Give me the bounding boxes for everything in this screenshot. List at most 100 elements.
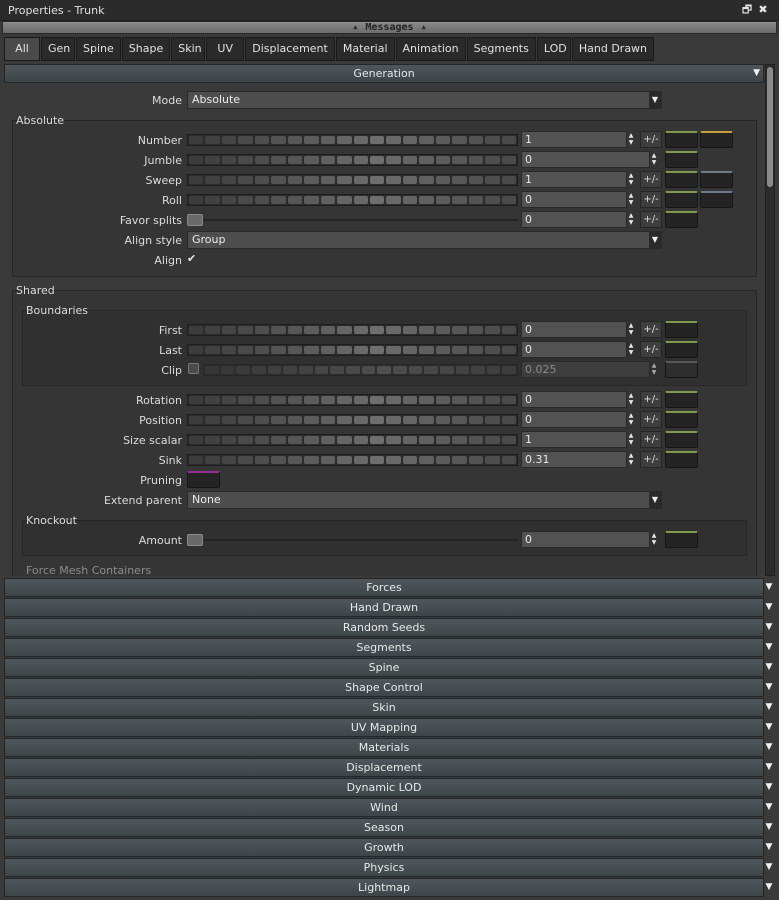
tab-material[interactable]: Material: [335, 37, 395, 61]
curve-button[interactable]: [665, 151, 698, 168]
spinner-icon[interactable]: ▲ ▼: [649, 151, 659, 168]
properties-scroll-area[interactable]: Generation ▼ Mode Absolute ▼ Absolute Nu…: [4, 64, 764, 576]
clip-checkbox[interactable]: [188, 363, 199, 374]
curve-button[interactable]: [665, 411, 698, 428]
spinner-icon[interactable]: ▲ ▼: [649, 531, 659, 548]
extend-parent-select[interactable]: None ▼: [187, 491, 662, 509]
random-variance-button[interactable]: +/-: [640, 321, 662, 338]
curve-button[interactable]: [665, 211, 698, 228]
rotation-input[interactable]: 0: [521, 391, 627, 408]
favor-splits-input[interactable]: 0: [521, 211, 627, 228]
tab-all[interactable]: All: [4, 37, 40, 61]
number-slider[interactable]: [187, 134, 518, 146]
tab-uv[interactable]: UV: [206, 37, 245, 61]
tab-skin[interactable]: Skin: [171, 37, 206, 61]
spinner-icon[interactable]: ▲ ▼: [626, 131, 636, 148]
tab-gen[interactable]: Gen: [41, 37, 75, 61]
curve-button[interactable]: [665, 431, 698, 448]
slider-knob[interactable]: [187, 214, 203, 226]
amount-slider[interactable]: [187, 534, 518, 546]
roll-input[interactable]: 0: [521, 191, 627, 208]
section-season-header[interactable]: Season ▼: [4, 818, 772, 837]
favor-splits-slider[interactable]: [187, 214, 518, 226]
align-checkbox[interactable]: ✔: [187, 253, 199, 265]
spinner-icon[interactable]: ▲ ▼: [626, 411, 636, 428]
section-shape-control-header[interactable]: Shape Control ▼: [4, 678, 772, 697]
section-physics-header[interactable]: Physics ▼: [4, 858, 772, 877]
curve-button[interactable]: [665, 531, 698, 548]
tab-spine[interactable]: Spine: [76, 37, 121, 61]
random-variance-button[interactable]: +/-: [640, 451, 662, 468]
curve-button[interactable]: [665, 451, 698, 468]
last-input[interactable]: 0: [521, 341, 627, 358]
section-random-seeds-header[interactable]: Random Seeds ▼: [4, 618, 772, 637]
section-dynamic-lod-header[interactable]: Dynamic LOD ▼: [4, 778, 772, 797]
section-wind-header[interactable]: Wind ▼: [4, 798, 772, 817]
section-displacement-header[interactable]: Displacement ▼: [4, 758, 772, 777]
align-style-select[interactable]: Group ▼: [187, 231, 662, 249]
scrollbar-thumb[interactable]: [767, 67, 773, 187]
vertical-scrollbar[interactable]: [765, 64, 775, 576]
first-slider[interactable]: [187, 324, 518, 336]
variance-curve-button[interactable]: [700, 131, 733, 148]
number-input[interactable]: 1: [521, 131, 627, 148]
curve-button[interactable]: [665, 341, 698, 358]
section-uv-mapping-header[interactable]: UV Mapping ▼: [4, 718, 772, 737]
size-scalar-input[interactable]: 1: [521, 431, 627, 448]
tab-shape[interactable]: Shape: [121, 37, 171, 61]
random-variance-button[interactable]: +/-: [640, 191, 662, 208]
section-segments-header[interactable]: Segments ▼: [4, 638, 772, 657]
amount-input[interactable]: 0: [521, 531, 650, 548]
spinner-icon[interactable]: ▲ ▼: [626, 391, 636, 408]
last-slider[interactable]: [187, 344, 518, 356]
curve-button[interactable]: [665, 171, 698, 188]
random-variance-button[interactable]: +/-: [640, 431, 662, 448]
spinner-icon[interactable]: ▲ ▼: [626, 431, 636, 448]
tab-displacement[interactable]: Displacement: [245, 37, 335, 61]
pruning-curve-button[interactable]: [187, 471, 220, 488]
curve-button[interactable]: [665, 391, 698, 408]
sweep-slider[interactable]: [187, 174, 518, 186]
section-forces-header[interactable]: Forces ▼: [4, 578, 772, 597]
tab-segments[interactable]: Segments: [466, 37, 536, 61]
restore-window-icon[interactable]: 🗗: [740, 3, 754, 17]
section-hand-drawn-header[interactable]: Hand Drawn ▼: [4, 598, 772, 617]
slider-knob[interactable]: [187, 534, 203, 546]
sink-slider[interactable]: [187, 454, 518, 466]
section-generation-header[interactable]: Generation ▼: [4, 64, 764, 83]
random-variance-button[interactable]: +/-: [640, 411, 662, 428]
curve-button[interactable]: [665, 191, 698, 208]
section-skin-header[interactable]: Skin ▼: [4, 698, 772, 717]
random-variance-button[interactable]: +/-: [640, 171, 662, 188]
spinner-icon[interactable]: ▲ ▼: [626, 171, 636, 188]
random-variance-button[interactable]: +/-: [640, 341, 662, 358]
random-variance-button[interactable]: +/-: [640, 391, 662, 408]
roll-slider[interactable]: [187, 194, 518, 206]
variance-curve-button[interactable]: [700, 191, 733, 208]
messages-bar[interactable]: ▲ Messages ▲: [2, 21, 777, 34]
variance-curve-button[interactable]: [700, 171, 733, 188]
curve-button[interactable]: [665, 321, 698, 338]
size-scalar-slider[interactable]: [187, 434, 518, 446]
spinner-icon[interactable]: ▲ ▼: [626, 211, 636, 228]
spinner-icon[interactable]: ▲ ▼: [626, 341, 636, 358]
curve-button[interactable]: [665, 131, 698, 148]
spinner-icon[interactable]: ▲ ▼: [626, 321, 636, 338]
section-growth-header[interactable]: Growth ▼: [4, 838, 772, 857]
rotation-slider[interactable]: [187, 394, 518, 406]
spinner-icon[interactable]: ▲ ▼: [626, 191, 636, 208]
position-input[interactable]: 0: [521, 411, 627, 428]
mode-select[interactable]: Absolute ▼: [187, 91, 662, 109]
spinner-icon[interactable]: ▲ ▼: [626, 451, 636, 468]
tab-hand-drawn[interactable]: Hand Drawn: [571, 37, 655, 61]
jumble-input[interactable]: 0: [521, 151, 650, 168]
tab-animation[interactable]: Animation: [395, 37, 466, 61]
first-input[interactable]: 0: [521, 321, 627, 338]
jumble-slider[interactable]: [187, 154, 518, 166]
tab-lod[interactable]: LOD: [536, 37, 571, 61]
random-variance-button[interactable]: +/-: [640, 131, 662, 148]
section-materials-header[interactable]: Materials ▼: [4, 738, 772, 757]
close-icon[interactable]: ✖: [756, 3, 770, 17]
random-variance-button[interactable]: +/-: [640, 211, 662, 228]
sweep-input[interactable]: 1: [521, 171, 627, 188]
